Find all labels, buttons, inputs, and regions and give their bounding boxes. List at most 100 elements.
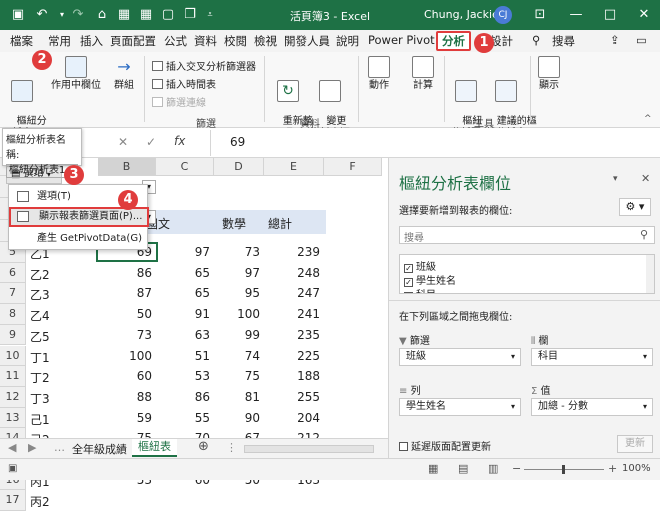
value-cell[interactable]: 255 [264, 390, 320, 404]
row-header[interactable]: 17 [0, 490, 26, 511]
value-cell[interactable]: 95 [214, 286, 260, 300]
value-cell[interactable]: 100 [214, 307, 260, 321]
value-cell[interactable]: 91 [156, 307, 210, 321]
value-cell[interactable]: 239 [264, 245, 320, 259]
value-cell[interactable]: 75 [214, 369, 260, 383]
value-cell[interactable]: 59 [98, 411, 152, 425]
tab-home[interactable]: 常用 [48, 33, 71, 49]
tab-data[interactable]: 資料 [194, 33, 217, 49]
value-cell[interactable]: 247 [264, 286, 320, 300]
row-label-cell[interactable]: 丁2 [30, 369, 50, 386]
value-cell[interactable]: 65 [156, 286, 210, 300]
value-cell[interactable]: 63 [156, 328, 210, 342]
value-cell[interactable]: 97 [156, 245, 210, 259]
field-item-subject[interactable]: ✓科目 [404, 286, 436, 293]
pivot-header-total[interactable]: 總計 [268, 215, 292, 232]
zoom-in-icon[interactable]: + [608, 462, 617, 475]
sheet-tab-all-grades[interactable]: 全年級成績 [72, 441, 127, 457]
scroll-right-icon[interactable]: ▶ [28, 441, 36, 454]
value-cell[interactable]: 90 [214, 411, 260, 425]
tab-page-layout[interactable]: 頁面配置 [110, 33, 156, 49]
value-cell[interactable]: 88 [98, 390, 152, 404]
row-label-cell[interactable]: 乙2 [30, 266, 50, 283]
row-area-item[interactable]: 學生姓名 ▾ [399, 398, 521, 416]
more-sheets-icon[interactable]: … [54, 441, 65, 454]
row-header[interactable]: 12 [0, 386, 26, 408]
calculations-button[interactable]: 計算 [408, 56, 438, 92]
zoom-level[interactable]: 100% [622, 463, 651, 474]
value-cell[interactable]: 50 [98, 307, 152, 321]
value-area-item[interactable]: 加總 - 分數 ▾ [531, 398, 653, 416]
value-cell[interactable]: 235 [264, 328, 320, 342]
tell-me-search[interactable]: 搜尋 [552, 33, 575, 49]
zoom-out-icon[interactable]: − [512, 462, 521, 475]
show-button[interactable]: 顯示 [534, 56, 564, 92]
share-icon[interactable]: ⇪ [610, 33, 620, 47]
pivot-header-math[interactable]: 數學 [222, 215, 246, 232]
value-cell[interactable]: 204 [264, 411, 320, 425]
defer-update-option[interactable]: 延遲版面配置更新 [399, 438, 491, 453]
row-header[interactable]: 11 [0, 366, 26, 387]
filter-area-item[interactable]: 班級 ▾ [399, 348, 521, 366]
tab-help[interactable]: 說明 [336, 33, 359, 49]
column-header-f[interactable]: F [324, 158, 382, 176]
horizontal-scrollbar[interactable] [244, 445, 374, 453]
field-search-input[interactable]: 搜尋 ⚲ [399, 226, 655, 244]
group-button[interactable]: → 群組 [110, 56, 138, 92]
row-label-cell[interactable]: 丙2 [30, 493, 50, 510]
collapse-ribbon-icon[interactable]: ^ [644, 114, 652, 124]
insert-timeline-button[interactable]: 插入時間表 [152, 76, 216, 91]
value-cell[interactable]: 73 [214, 245, 260, 259]
tab-file[interactable]: 檔案 [10, 33, 33, 49]
add-sheet-icon[interactable]: ⊕ [198, 439, 209, 454]
value-cell[interactable]: 87 [98, 286, 152, 300]
tab-power-pivot[interactable]: Power Pivot [368, 33, 435, 47]
value-cell[interactable]: 100 [98, 349, 152, 363]
column-header-d[interactable]: D [214, 158, 264, 176]
column-header-b[interactable]: B [98, 158, 156, 176]
value-cell[interactable]: 53 [156, 369, 210, 383]
tab-analyze[interactable]: 分析 [436, 31, 471, 51]
value-cell[interactable]: 97 [214, 266, 260, 280]
row-header[interactable]: 6 [0, 262, 26, 284]
value-cell[interactable]: 248 [264, 266, 320, 280]
pane-close-icon[interactable]: ✕ [641, 172, 650, 185]
page-layout-view-icon[interactable]: ▤ [458, 462, 468, 475]
scroll-left-icon[interactable]: ◀ [8, 441, 16, 454]
row-header[interactable]: 8 [0, 304, 26, 325]
value-cell[interactable]: 86 [156, 390, 210, 404]
maximize-icon[interactable]: □ [602, 7, 618, 23]
value-cell[interactable]: 51 [156, 349, 210, 363]
tab-insert[interactable]: 插入 [80, 33, 103, 49]
row-label-cell[interactable]: 乙5 [30, 328, 50, 345]
zoom-slider-thumb[interactable] [562, 465, 565, 474]
normal-view-icon[interactable]: ▦ [428, 462, 438, 475]
row-label-cell[interactable]: 乙3 [30, 286, 50, 303]
menu-item-generate-getpivotdata[interactable]: 產生 GetPivotData(G) [9, 229, 149, 249]
user-name[interactable]: Chung, Jackie [424, 8, 499, 21]
value-cell[interactable]: 188 [264, 369, 320, 383]
row-header[interactable]: 13 [0, 407, 26, 429]
tell-me-search-icon[interactable]: ⚲ [532, 33, 540, 47]
value-cell[interactable]: 99 [214, 328, 260, 342]
row-label-cell[interactable]: 丁3 [30, 390, 50, 407]
value-cell[interactable]: 60 [98, 369, 152, 383]
insert-slicer-button[interactable]: 插入交叉分析篩選器 [152, 58, 256, 73]
field-list-scrollbar[interactable] [646, 255, 654, 293]
value-cell[interactable]: 73 [98, 328, 152, 342]
close-icon[interactable]: ✕ [636, 7, 652, 23]
filter-connections-button[interactable]: 篩選連線 [152, 94, 206, 109]
page-break-view-icon[interactable]: ▥ [488, 462, 498, 475]
gear-icon[interactable]: ⚙ ▾ [619, 198, 651, 216]
value-cell[interactable]: 241 [264, 307, 320, 321]
value-cell[interactable]: 225 [264, 349, 320, 363]
more-sheets-icon[interactable]: ⋮ [226, 441, 237, 454]
active-field-button[interactable]: 作用中欄位 [48, 56, 104, 92]
row-label-cell[interactable]: 乙4 [30, 307, 50, 324]
formula-input[interactable]: 69 [230, 135, 245, 149]
row-header[interactable]: 7 [0, 283, 26, 305]
column-header-e[interactable]: E [264, 158, 324, 176]
tab-review[interactable]: 校閱 [224, 33, 247, 49]
menu-item-show-report-filter-pages[interactable]: 顯示報表篩選頁面(P)... [9, 207, 149, 227]
value-cell[interactable]: 86 [98, 266, 152, 280]
